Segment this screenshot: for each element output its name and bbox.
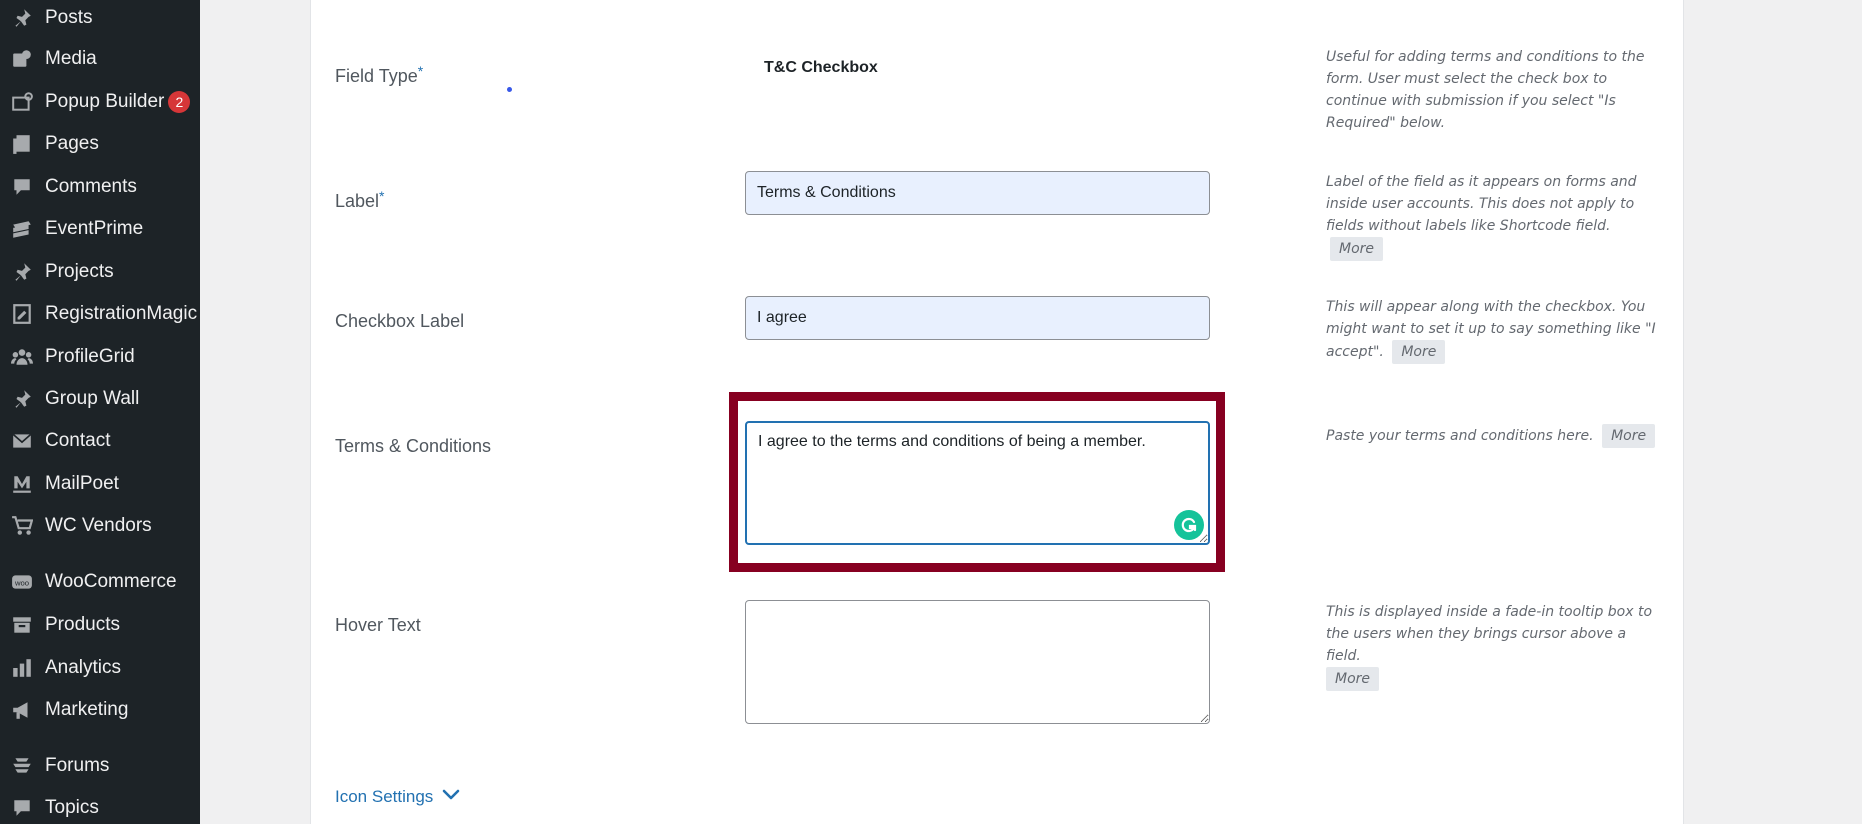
sidebar-item-media[interactable]: Media <box>0 41 200 77</box>
cursor-dot <box>507 87 512 92</box>
hover-text-help: This is displayed inside a fade-in toolt… <box>1326 601 1661 691</box>
grammarly-icon[interactable] <box>1174 510 1204 540</box>
sidebar-item-contact[interactable]: Contact <box>0 423 200 459</box>
pin-icon <box>10 387 34 411</box>
hover-text-label: Hover Text <box>335 615 421 636</box>
sidebar-item-label: Group Wall <box>45 388 140 409</box>
hover-text-more-button[interactable]: More <box>1326 667 1380 691</box>
form-icon <box>10 302 34 326</box>
field-type-value: T&C Checkbox <box>764 59 878 76</box>
checkbox-label-label-text: Checkbox Label <box>335 311 465 331</box>
users-icon <box>10 345 34 369</box>
checkbox-label-label: Checkbox Label <box>335 311 464 332</box>
sidebar-item-label: Marketing <box>45 699 129 720</box>
terms-label-text: Terms & Conditions <box>335 436 492 456</box>
field-type-label: Field Type* <box>335 63 424 87</box>
pin-icon <box>10 6 34 30</box>
topics-icon <box>10 796 34 820</box>
sidebar-item-label: RegistrationMagic <box>45 303 198 324</box>
sidebar-item-label: Products <box>45 614 120 635</box>
sidebar-item-comments[interactable]: Comments <box>0 169 200 205</box>
sidebar-item-label: Popup Builder <box>45 91 165 112</box>
sidebar-item-group-wall[interactable]: Group Wall <box>0 381 200 417</box>
sidebar-item-label: Analytics <box>45 657 122 678</box>
sidebar-item-products[interactable]: Products <box>0 607 200 643</box>
sidebar-item-eventprime[interactable]: EventPrime <box>0 211 200 247</box>
sidebar-item-mailpoet[interactable]: MailPoet <box>0 466 200 502</box>
checkbox-label-help-text: This will appear along with the checkbox… <box>1326 299 1656 360</box>
sidebar-item-label: Media <box>45 48 97 69</box>
sidebar-item-label: Posts <box>45 7 93 28</box>
sidebar-item-wc-vendors[interactable]: WC Vendors <box>0 508 200 544</box>
field-type-label-text: Field Type <box>335 66 418 86</box>
sidebar-item-popup-builder[interactable]: Popup Builder 2 <box>0 84 200 120</box>
pages-icon <box>10 132 34 156</box>
sidebar-item-marketing[interactable]: Marketing <box>0 692 200 728</box>
sidebar-item-label: MailPoet <box>45 473 119 494</box>
admin-sidebar: Posts Media Popup Builder 2 Pages Commen… <box>0 0 200 824</box>
comment-icon <box>10 175 34 199</box>
required-asterisk: * <box>417 63 424 79</box>
label-input[interactable] <box>745 171 1210 215</box>
forums-icon <box>10 754 34 778</box>
sidebar-item-label: WC Vendors <box>45 515 152 536</box>
terms-more-button[interactable]: More <box>1602 424 1656 448</box>
icon-settings-label: Icon Settings <box>335 786 434 806</box>
sidebar-item-forums[interactable]: Forums <box>0 748 200 784</box>
popup-icon <box>10 90 34 114</box>
bar-chart-icon <box>10 656 34 680</box>
pin-icon <box>10 260 34 284</box>
sidebar-item-pages[interactable]: Pages <box>0 126 200 162</box>
sidebar-item-topics[interactable]: Topics <box>0 790 200 824</box>
sidebar-item-posts[interactable]: Posts <box>0 0 200 36</box>
sidebar-item-label: Projects <box>45 261 114 282</box>
checkbox-label-help: This will appear along with the checkbox… <box>1326 296 1661 364</box>
megaphone-icon <box>10 698 34 722</box>
field-type-help: Useful for adding terms and conditions t… <box>1326 46 1661 134</box>
hover-text-help-text: This is displayed inside a fade-in toolt… <box>1326 604 1653 664</box>
label-more-button[interactable]: More <box>1330 237 1384 261</box>
checkbox-label-input[interactable] <box>745 296 1210 340</box>
terms-textarea[interactable]: I agree to the terms and conditions of b… <box>745 421 1210 545</box>
hover-text-textarea[interactable] <box>745 600 1210 724</box>
sidebar-item-profilegrid[interactable]: ProfileGrid <box>0 339 200 375</box>
update-count-badge: 2 <box>168 91 191 113</box>
sidebar-item-label: Comments <box>45 176 137 197</box>
sidebar-item-label: Forums <box>45 755 110 776</box>
sidebar-item-label: WooCommerce <box>45 571 177 592</box>
terms-help-text: Paste your terms and conditions here. <box>1326 428 1594 444</box>
sidebar-item-projects[interactable]: Projects <box>0 254 200 290</box>
sidebar-item-registrationmagic[interactable]: RegistrationMagic <box>0 296 200 332</box>
sidebar-item-label: ProfileGrid <box>45 346 135 367</box>
label-field-label-text: Label <box>335 191 380 211</box>
icon-settings-toggle[interactable]: Icon Settings <box>335 784 461 809</box>
sidebar-item-label: Contact <box>45 430 111 451</box>
terms-help: Paste your terms and conditions here. Mo… <box>1326 424 1661 448</box>
cart-icon <box>10 514 34 538</box>
required-asterisk: * <box>379 188 385 204</box>
ticket-icon <box>10 217 34 241</box>
checkbox-label-more-button[interactable]: More <box>1392 340 1446 364</box>
sidebar-item-label: Topics <box>45 797 99 818</box>
woo-icon: woo <box>10 570 34 594</box>
sidebar-item-label: Pages <box>45 133 99 154</box>
label-help: Label of the field as it appears on form… <box>1326 171 1661 261</box>
label-field-label: Label* <box>335 188 385 212</box>
sidebar-item-woocommerce[interactable]: woo WooCommerce <box>0 564 200 600</box>
field-type-help-text: Useful for adding terms and conditions t… <box>1326 49 1645 131</box>
sidebar-item-analytics[interactable]: Analytics <box>0 650 200 686</box>
hover-text-label-text: Hover Text <box>335 615 421 635</box>
label-help-text: Label of the field as it appears on form… <box>1326 174 1637 234</box>
mailpoet-icon <box>10 472 34 496</box>
chevron-down-icon <box>441 784 461 809</box>
terms-label: Terms & Conditions <box>335 436 491 457</box>
media-icon <box>10 47 34 71</box>
archive-icon <box>10 613 34 637</box>
sidebar-item-label: EventPrime <box>45 218 144 239</box>
svg-text:woo: woo <box>14 578 29 587</box>
mail-icon <box>10 429 34 453</box>
